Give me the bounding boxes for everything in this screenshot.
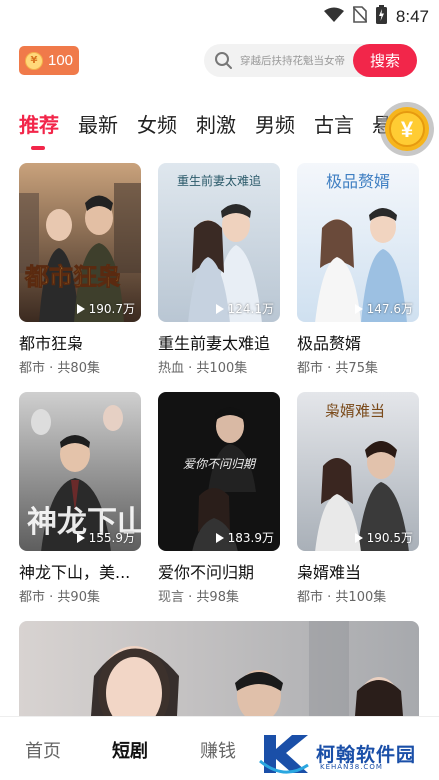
tab-recommend[interactable]: 推荐 [19, 109, 59, 138]
category-tabs: 推荐 最新 女频 刺激 男频 古言 悬 [0, 103, 439, 153]
search-bar[interactable]: 穿越后扶持花魁当女帝 搜索 [204, 44, 417, 77]
poster-title-text: 爱你不问归期 [183, 457, 257, 471]
drama-poster[interactable]: 枭婿难当 190.5万 [297, 392, 419, 551]
drama-card[interactable]: 爱你不问归期 183.9万 爱你不问归期 现言 · 共98集 [158, 392, 280, 605]
view-count: 190.5万 [354, 529, 413, 546]
poster-title-text: 枭婿难当 [325, 402, 385, 420]
drama-title[interactable]: 爱你不问归期 [158, 559, 280, 583]
drama-title[interactable]: 枭婿难当 [297, 559, 419, 583]
tab-ancient[interactable]: 古言 [314, 109, 354, 138]
drama-card[interactable]: 极品赘婿 147.6万 极品赘婿 都市 · 共75集 [297, 163, 419, 376]
play-icon [76, 532, 85, 543]
play-icon [76, 303, 85, 314]
search-button[interactable]: 搜索 [353, 44, 417, 77]
watermark-subtext: KEHAN38.COM [320, 763, 383, 771]
drama-card[interactable]: 枭婿难当 190.5万 枭婿难当 都市 · 共100集 [297, 392, 419, 605]
no-sim-icon [352, 6, 368, 27]
drama-card[interactable]: 神龙下山 155.9万 神龙下山，美... 都市 · 共90集 [19, 392, 141, 605]
view-count: 183.9万 [215, 529, 274, 546]
featured-banner[interactable] [19, 621, 419, 716]
drama-title[interactable]: 极品赘婿 [297, 330, 419, 354]
watermark-logo: 柯翰软件园 KEHAN38.COM [258, 729, 428, 777]
nav-short-drama[interactable]: 短剧 [112, 737, 148, 763]
watermark-k-icon [259, 735, 309, 774]
view-count: 147.6万 [354, 300, 413, 317]
status-time: 8:47 [395, 6, 429, 26]
play-icon [354, 303, 363, 314]
status-icons: 8:47 [323, 5, 429, 28]
coin-count: 100 [48, 52, 74, 69]
drama-meta: 热血 · 共100集 [158, 361, 248, 376]
drama-poster[interactable]: 爱你不问归期 183.9万 [158, 392, 280, 551]
search-icon [214, 51, 233, 74]
bottom-nav: 首页 短剧 赚钱 柯翰软件园 KEHAN38.COM [0, 716, 439, 780]
drama-meta: 现言 · 共98集 [158, 590, 239, 605]
view-count: 124.1万 [215, 300, 274, 317]
battery-charging-icon [375, 5, 387, 28]
drama-meta: 都市 · 共75集 [297, 361, 378, 376]
drama-card[interactable]: 都市狂枭 190.7万 都市狂枭 都市 · 共80集 [19, 163, 141, 376]
drama-card[interactable]: 重生前妻太难追 124.1万 重生前妻太难追 热血 · 共100集 [158, 163, 280, 376]
coin-icon: ¥ [25, 51, 43, 70]
view-count: 155.9万 [76, 529, 135, 546]
drama-poster[interactable]: 神龙下山 155.9万 [19, 392, 141, 551]
view-count: 190.7万 [76, 300, 135, 317]
play-icon [354, 532, 363, 543]
drama-title[interactable]: 重生前妻太难追 [158, 330, 280, 354]
wifi-icon [323, 7, 344, 27]
poster-title-text: 极品赘婿 [326, 172, 390, 191]
tab-thrill[interactable]: 刺激 [196, 109, 236, 138]
tab-latest[interactable]: 最新 [78, 109, 118, 138]
drama-meta: 都市 · 共90集 [19, 590, 100, 605]
tab-active-indicator [31, 146, 45, 150]
play-icon [215, 303, 224, 314]
nav-home[interactable]: 首页 [25, 737, 61, 763]
drama-title[interactable]: 神龙下山，美... [19, 559, 141, 583]
drama-meta: 都市 · 共80集 [19, 361, 100, 376]
drama-meta: 都市 · 共100集 [297, 590, 387, 605]
status-bar: 8:47 [0, 0, 439, 32]
tab-female[interactable]: 女频 [137, 109, 177, 138]
poster-title-text: 重生前妻太难追 [177, 173, 261, 188]
drama-poster[interactable]: 都市狂枭 190.7万 [19, 163, 141, 322]
gold-coin-symbol: ¥ [401, 117, 414, 142]
gold-coin-icon[interactable]: ¥ [378, 96, 436, 164]
drama-poster[interactable]: 极品赘婿 147.6万 [297, 163, 419, 322]
poster-title-text: 都市狂枭 [24, 262, 121, 291]
drama-title[interactable]: 都市狂枭 [19, 330, 141, 354]
drama-poster[interactable]: 重生前妻太难追 124.1万 [158, 163, 280, 322]
coin-balance-badge[interactable]: ¥ 100 [19, 46, 79, 75]
play-icon [215, 532, 224, 543]
tab-male[interactable]: 男频 [255, 109, 295, 138]
nav-earn[interactable]: 赚钱 [200, 737, 236, 763]
search-input[interactable]: 穿越后扶持花魁当女帝 [240, 53, 345, 68]
